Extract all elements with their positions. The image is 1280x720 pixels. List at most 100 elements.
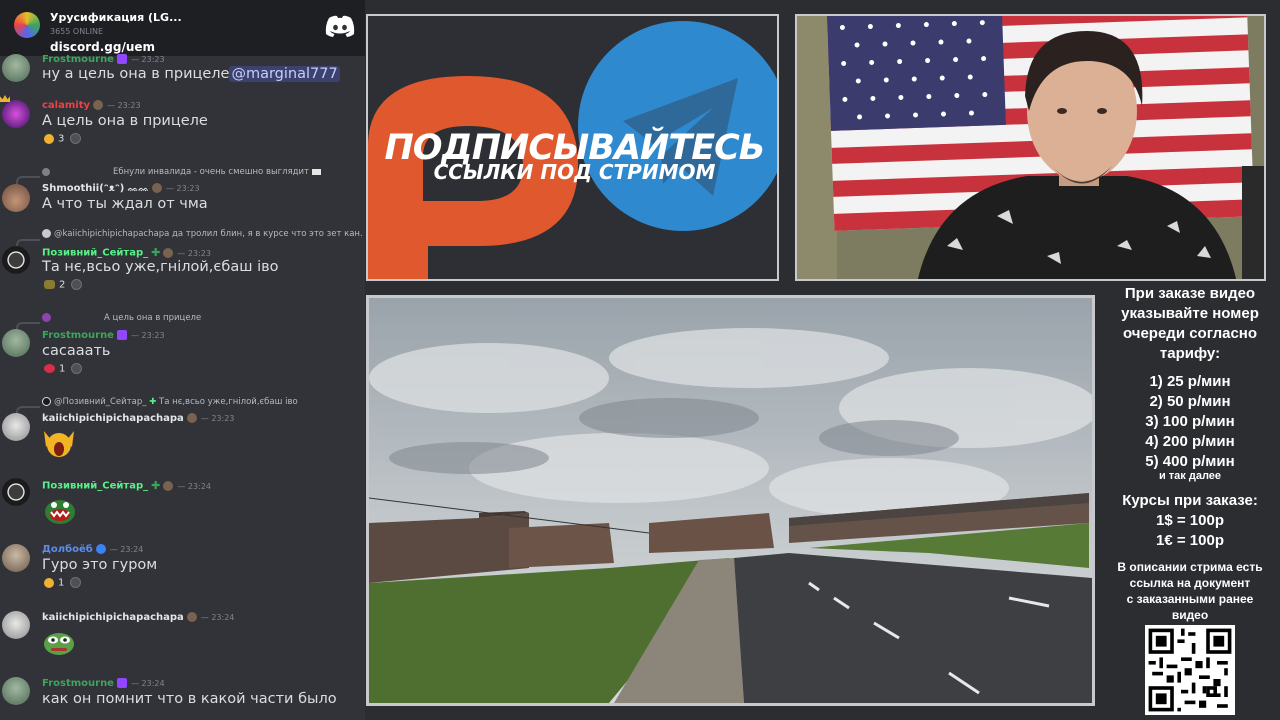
price-tier: 2) 50 р/мин	[1149, 393, 1231, 410]
message-text: ну а цель она в прицеле @marginal777	[42, 66, 340, 82]
price-tier: 1) 25 р/мин	[1149, 373, 1231, 390]
avatar	[2, 413, 30, 441]
sticker-emoji-icon	[44, 280, 55, 289]
reaction[interactable]: 1	[44, 363, 83, 375]
angry-monster-sticker	[42, 493, 78, 527]
avatar	[2, 329, 30, 357]
price-tier: 5) 400 р/мин	[1145, 453, 1235, 470]
avatar	[2, 478, 30, 506]
role-icon	[186, 413, 197, 423]
chat-message: А цель она в прицеле Frostmourne — 23:23 …	[0, 312, 365, 380]
username[interactable]: Позивний_Сейтар_ ✚ — 23:24	[42, 479, 211, 492]
description-note: ссылка на документ	[1129, 576, 1251, 590]
role-icon	[93, 100, 103, 110]
rate-eur: 1€ = 100р	[1156, 532, 1224, 549]
screaming-emoji-sticker	[42, 427, 76, 461]
message-text: А цель она в прицеле	[42, 113, 208, 129]
crown-icon	[0, 95, 10, 102]
avatar	[2, 611, 30, 639]
info-line: тарифу:	[1159, 345, 1221, 362]
chat-message: Позивний_Сейтар_ ✚ — 23:24	[0, 476, 365, 532]
avatar	[2, 184, 30, 212]
price-tier: 4) 200 р/мин	[1145, 433, 1235, 450]
mention[interactable]: @marginal777	[229, 66, 340, 82]
pepe-sticker	[42, 629, 76, 659]
twitch-badge-icon	[116, 54, 127, 64]
chat-message: calamity — 23:23 А цель она в прицеле 3	[0, 95, 365, 157]
role-icon	[163, 480, 174, 491]
add-reaction-icon[interactable]	[71, 363, 83, 374]
add-reaction-icon[interactable]	[71, 279, 83, 290]
laugh-emoji-icon	[44, 133, 54, 144]
chat-message: Долбоёб — 23:24 Гуро это гуром 1	[0, 541, 365, 597]
message-text: сасааать	[42, 343, 111, 359]
username[interactable]: Frostmourne — 23:23	[42, 54, 165, 65]
description-note: видео	[1171, 608, 1209, 622]
avatar	[2, 246, 30, 274]
server-icon	[14, 12, 40, 38]
twitch-badge-icon	[116, 678, 127, 688]
chat-message: kaiichipichipichapachapa — 23:24	[0, 609, 365, 665]
username[interactable]: kaiichipichipichapachapa — 23:23	[42, 413, 234, 424]
info-line: При заказе видео	[1124, 285, 1256, 302]
chat-message: Frostmourne — 23:23 ну а цель она в прице…	[0, 52, 365, 86]
reply-preview[interactable]: @Позивний_Сейтар_ ✚ Та нє,всьо уже,гніло…	[42, 397, 298, 407]
plus-icon: ✚	[151, 479, 161, 492]
avatar	[2, 54, 30, 82]
server-name: Урусификация (LG...	[50, 11, 182, 24]
description-note: с заказанными ранее	[1126, 592, 1254, 606]
chat-message: Frostmourne — 23:24 как он помнит что в к…	[0, 675, 365, 720]
reaction[interactable]: 1	[44, 577, 82, 589]
price-tier: 3) 100 р/мин	[1145, 413, 1235, 430]
server-header: Урусификация (LG... 3655 ONLINE discord.…	[0, 0, 365, 56]
role-icon	[186, 612, 197, 622]
reply-avatar	[42, 167, 50, 176]
reply-avatar	[42, 397, 51, 406]
username[interactable]: Позивний_Сейтар_ ✚ — 23:23	[42, 246, 211, 259]
info-line: очереди согласно	[1122, 325, 1258, 342]
message-text: Гуро это гуром	[42, 557, 158, 573]
add-reaction-icon[interactable]	[70, 133, 82, 144]
role-icon	[163, 247, 174, 258]
message-text: А что ты ждал от чма	[42, 196, 208, 212]
reply-preview[interactable]: @kaiichipichipichapachapa да тролил блин…	[42, 229, 363, 239]
description-note: В описании стрима есть	[1117, 560, 1263, 574]
face-emoji-icon	[44, 577, 54, 588]
reply-preview[interactable]: Ебнули инвалида - очень смешно выглядит	[42, 167, 322, 177]
reaction[interactable]: 3	[44, 133, 82, 145]
role-icon	[151, 183, 162, 193]
username[interactable]: calamity — 23:23	[42, 100, 141, 111]
username[interactable]: Shmoothii(ᵔᴥᵔ) ᨐᨐ — 23:23	[42, 183, 200, 194]
avatar	[2, 100, 30, 128]
username[interactable]: Frostmourne — 23:23	[42, 330, 165, 341]
chat-message: @kaiichipichipichapachapa да тролил блин…	[0, 228, 365, 296]
order-info-panel: При заказе видео указывайте номер очеред…	[1100, 0, 1280, 720]
add-reaction-icon[interactable]	[70, 577, 82, 588]
reaction[interactable]: 2	[44, 279, 83, 291]
subscribe-banner: ПОДПИСЫВАЙТЕСЬ ССЫЛКИ ПОД СТРИМОМ	[366, 14, 779, 281]
rate-usd: 1$ = 100р	[1156, 512, 1224, 529]
username[interactable]: kaiichipichipichapachapa — 23:24	[42, 612, 234, 623]
plus-icon: ✚	[151, 246, 161, 259]
reply-preview[interactable]: А цель она в прицеле	[42, 313, 201, 323]
info-line: указывайте номер	[1121, 305, 1259, 322]
video-player[interactable]	[366, 295, 1095, 706]
server-online-count: 3655 ONLINE	[50, 27, 104, 36]
rates-heading: Курсы при заказе:	[1122, 492, 1258, 509]
chat-overlay: Урусификация (LG... 3655 ONLINE discord.…	[0, 0, 365, 720]
emoji-icon	[312, 168, 322, 175]
avatar	[2, 544, 30, 572]
username[interactable]: Долбоёб — 23:24	[42, 544, 143, 555]
discord-icon	[325, 15, 355, 37]
chat-message: @Позивний_Сейтар_ ✚ Та нє,всьо уже,гніло…	[0, 396, 365, 464]
reply-avatar	[42, 229, 51, 238]
username[interactable]: Frostmourne — 23:24	[42, 678, 165, 689]
twitch-badge-icon	[116, 330, 127, 340]
verified-icon	[95, 544, 106, 554]
price-etc: и так далее	[1158, 470, 1222, 482]
lips-emoji-icon	[44, 364, 55, 373]
chat-message: Ебнули инвалида - очень смешно выглядит …	[0, 165, 365, 215]
message-text: Та нє,всьо уже,гнілой,єбаш іво	[42, 259, 279, 275]
avatar	[2, 677, 30, 705]
qr-code[interactable]	[1145, 625, 1235, 715]
